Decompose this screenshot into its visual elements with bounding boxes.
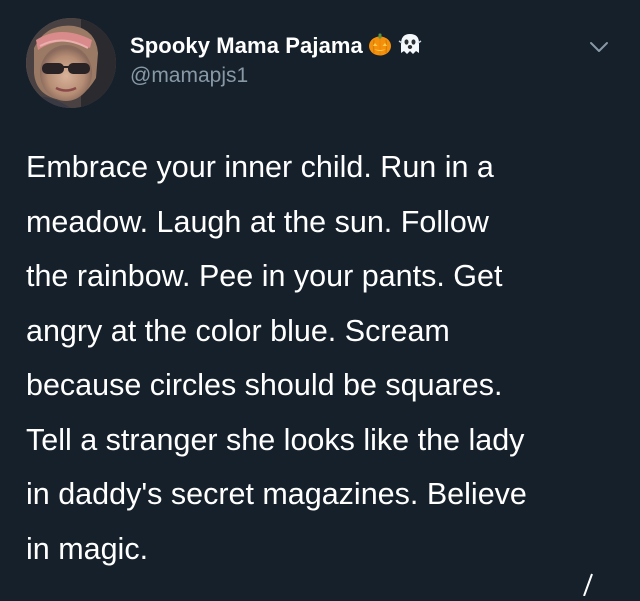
pumpkin-icon <box>367 31 393 62</box>
chevron-down-icon[interactable] <box>588 36 610 58</box>
avatar[interactable] <box>26 18 116 108</box>
tweet-header: Spooky Mama Pajama @mamapjs1 <box>26 18 616 108</box>
tweet-text: Embrace your inner child. Run in a meado… <box>26 150 527 566</box>
display-name[interactable]: Spooky Mama Pajama <box>130 33 363 59</box>
author-names: Spooky Mama Pajama @mamapjs1 <box>130 30 423 88</box>
author-handle[interactable]: @mamapjs1 <box>130 64 423 88</box>
tweet-card: Spooky Mama Pajama @mamapjs1 Embrace you… <box>0 0 640 597</box>
ghost-icon <box>397 31 423 62</box>
partial-icon <box>580 572 596 597</box>
display-name-row[interactable]: Spooky Mama Pajama <box>130 30 423 62</box>
